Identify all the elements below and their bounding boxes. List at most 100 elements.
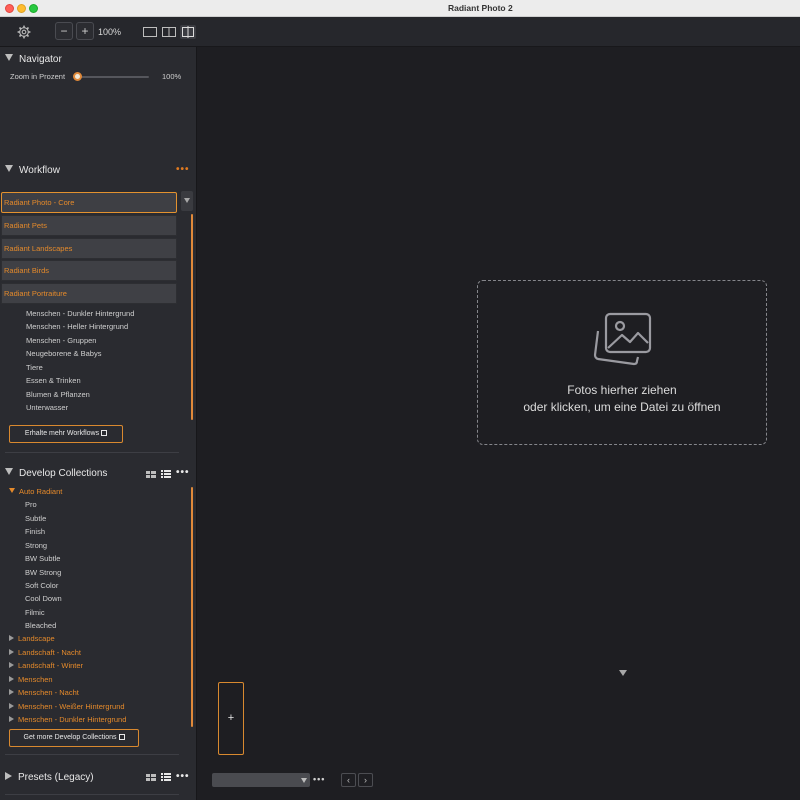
filmstrip-select[interactable] [212,773,310,787]
collection-group-label: Menschen - Weißer Hintergrund [18,702,125,711]
chevron-down-icon [9,488,15,493]
grid-view-icon[interactable] [146,774,156,781]
develop-collections-scrollbar[interactable] [191,487,193,727]
workflow-item[interactable]: Blumen & Pflanzen [26,390,90,399]
workflow-select[interactable]: Radiant Photo - Core [1,192,177,213]
workflow-more-button[interactable]: ••• [176,164,190,175]
external-link-icon [118,734,125,740]
chevron-down-icon [5,165,13,172]
collection-group-label: Menschen [18,675,53,684]
drop-zone-line2: oder klicken, um eine Datei zu öffnen [523,400,721,414]
more-workflows-button[interactable]: Erhalte mehr Workflows [9,425,123,443]
title-bar: Radiant Photo 2 [0,0,800,17]
collection-item[interactable]: Pro [25,500,37,509]
gear-icon[interactable] [17,25,31,39]
more-collections-label: Get more Develop Collections [23,734,117,741]
zoom-in-button[interactable]: + [76,22,94,40]
collection-item[interactable]: Bleached [25,621,56,630]
navigator-header[interactable]: Navigator [5,54,62,65]
collection-group-label: Auto Radiant [19,487,63,496]
photos-icon [593,312,652,366]
chevron-right-icon [9,662,14,668]
collection-group[interactable]: Landscape [9,634,55,643]
external-link-icon [101,430,108,436]
develop-collections-title: Develop Collections [19,468,108,479]
grid-view-icon[interactable] [146,471,156,478]
section-divider [5,754,179,755]
chevron-right-icon [9,703,14,709]
presets-more-button[interactable]: ••• [176,771,190,782]
drop-zone-line1: Fotos hierher ziehen [567,383,677,397]
collection-group[interactable]: Menschen [9,675,53,684]
workflow-item[interactable]: Menschen - Heller Hintergrund [26,322,128,331]
collection-group-label: Menschen - Nacht [18,688,79,697]
presets-title: Presets (Legacy) [18,772,94,783]
filmstrip-toggle-icon[interactable] [619,670,627,676]
zoom-out-button[interactable]: − [55,22,73,40]
more-collections-button[interactable]: Get more Develop Collections [9,729,139,747]
window-title: Radiant Photo 2 [448,3,513,13]
collection-item[interactable]: Strong [25,541,47,550]
zoom-slider-track[interactable] [76,76,149,78]
workflow-header[interactable]: Workflow [5,165,60,176]
chevron-down-icon [5,468,13,475]
collection-item[interactable]: Subtle [25,514,46,523]
list-view-icon[interactable] [161,470,171,478]
collection-item[interactable]: Filmic [25,608,45,617]
workflow-option[interactable]: Radiant Pets [1,215,177,236]
workflow-scrollbar[interactable] [191,214,193,420]
chevron-right-icon [9,716,14,722]
chevron-right-icon [9,676,14,682]
navigator-title: Navigator [19,54,62,65]
workflow-option[interactable]: Radiant Birds [1,260,177,281]
sidebar: Navigator Zoom in Prozent 100% Workflow … [0,47,197,800]
zoom-slider-value: 100% [162,72,182,81]
collection-group[interactable]: Menschen - Weißer Hintergrund [9,702,125,711]
collection-group[interactable]: Menschen - Nacht [9,688,79,697]
chevron-down-icon [5,54,13,61]
collection-group-expanded[interactable]: Auto Radiant [9,487,62,496]
collection-item[interactable]: BW Strong [25,568,61,577]
collection-group-label: Menschen - Dunkler Hintergrund [18,715,127,724]
workflow-item[interactable]: Essen & Trinken [26,376,81,385]
collection-group[interactable]: Landschaft - Winter [9,661,83,670]
collection-group-label: Landschaft - Nacht [18,648,81,657]
zoom-slider-handle[interactable] [73,72,82,81]
previous-button[interactable]: ‹ [341,773,356,787]
presets-header[interactable]: Presets (Legacy) [5,772,94,783]
compare-view-icon[interactable] [180,25,196,39]
develop-collections-header[interactable]: Develop Collections [5,468,107,479]
workflow-item[interactable]: Neugeborene & Babys [26,349,101,358]
collection-item[interactable]: Finish [25,527,45,536]
list-view-icon[interactable] [161,773,171,781]
collection-item[interactable]: Cool Down [25,594,62,603]
zoom-slider-label: Zoom in Prozent [10,72,66,81]
workflow-option[interactable]: Radiant Landscapes [1,238,177,259]
next-button[interactable]: › [358,773,373,787]
workflow-item[interactable]: Menschen - Gruppen [26,336,96,345]
chevron-right-icon [9,635,14,641]
single-view-icon[interactable] [143,27,157,37]
chevron-right-icon [9,689,14,695]
collection-group[interactable]: Landschaft - Nacht [9,648,81,657]
workflow-item[interactable]: Unterwasser [26,403,68,412]
collection-group-label: Landschaft - Winter [18,661,84,670]
chevron-right-icon [5,772,12,780]
collection-group[interactable]: Menschen - Dunkler Hintergrund [9,715,126,724]
zoom-percent: 100% [98,27,122,37]
photo-drop-zone[interactable]: Fotos hierher ziehen oder klicken, um ei… [477,280,767,445]
more-workflows-label: Erhalte mehr Workflows [24,430,100,437]
toolbar: − + 100% [0,17,800,47]
workflow-item[interactable]: Menschen - Dunkler Hintergrund [26,309,134,318]
develop-collections-more-button[interactable]: ••• [176,467,190,478]
workflow-item[interactable]: Tiere [26,363,43,372]
collection-item[interactable]: BW Subtle [25,554,60,563]
workflow-option[interactable]: Radiant Portraiture [1,283,177,304]
split-view-icon[interactable] [162,27,176,37]
collection-group-label: Landscape [18,634,55,643]
collection-item[interactable]: Soft Color [25,581,58,590]
filmstrip-more-button[interactable]: ••• [313,774,325,784]
add-photo-button[interactable]: + [218,682,244,755]
section-divider [5,452,179,453]
workflow-select-arrow[interactable] [181,191,193,211]
